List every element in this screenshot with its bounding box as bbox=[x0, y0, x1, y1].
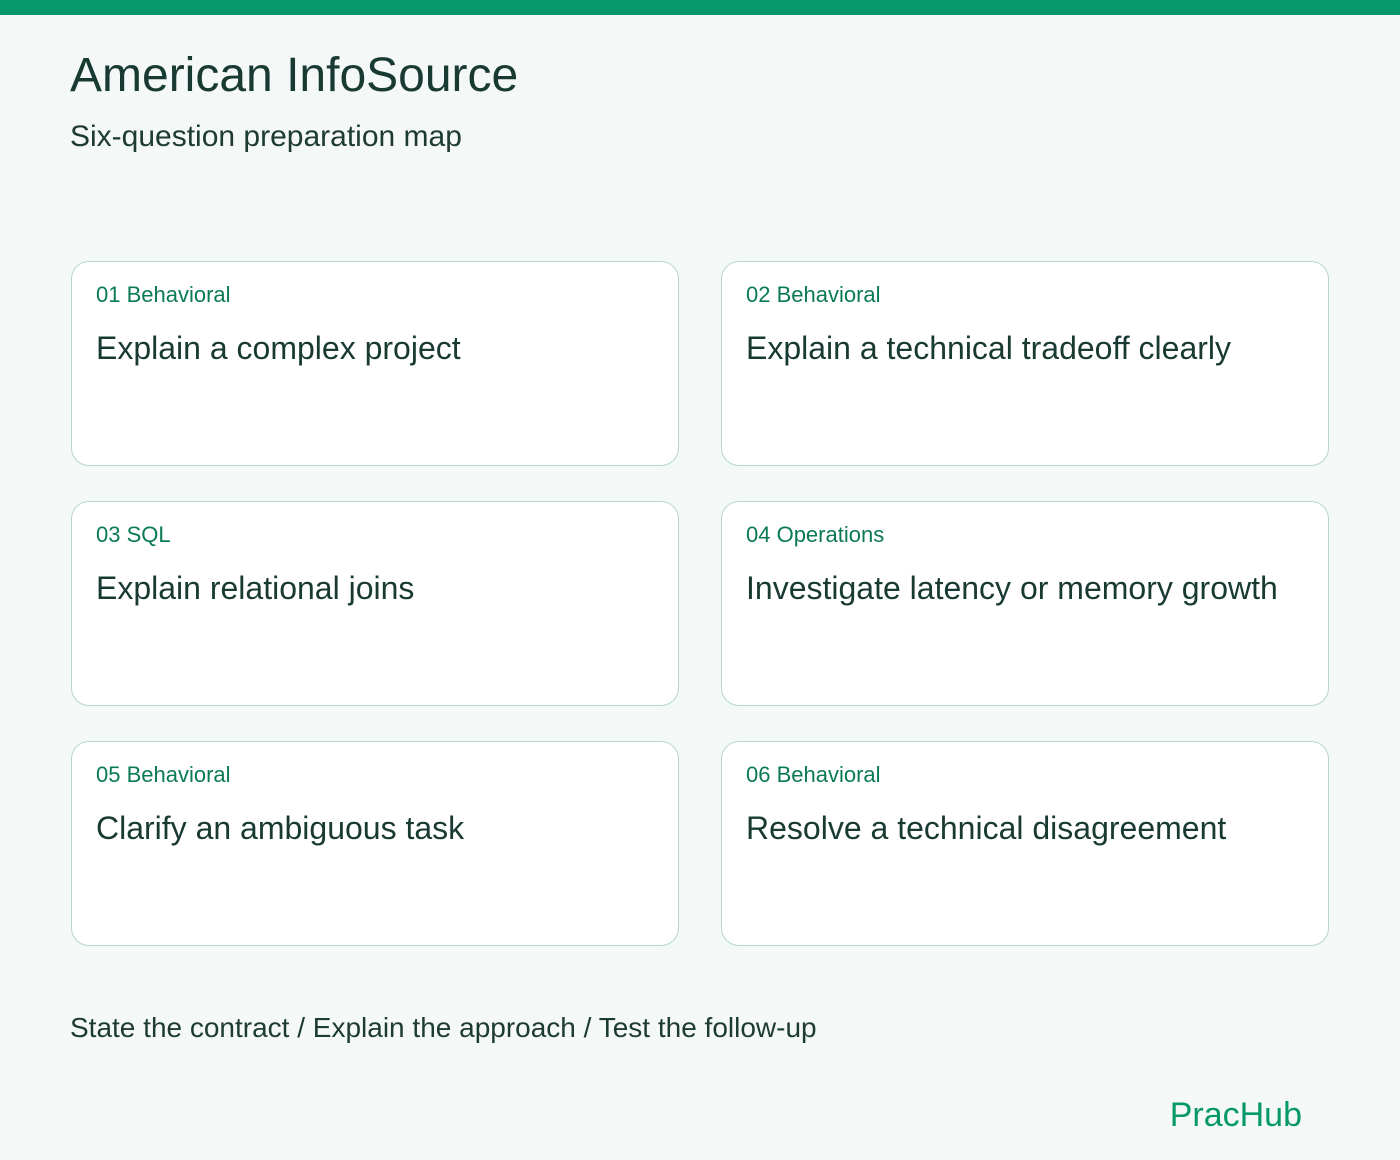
question-tag: 02 Behavioral bbox=[746, 282, 881, 307]
top-accent-bar bbox=[0, 0, 1400, 15]
question-card-04[interactable]: 04 Operations Investigate latency or mem… bbox=[721, 501, 1329, 706]
question-card-03[interactable]: 03 SQL Explain relational joins bbox=[71, 501, 679, 706]
question-tag: 04 Operations bbox=[746, 522, 885, 547]
question-title: Explain relational joins bbox=[96, 570, 415, 606]
question-tag: 06 Behavioral bbox=[746, 762, 881, 787]
brand-logo: PracHub bbox=[1169, 1096, 1302, 1134]
question-tag: 01 Behavioral bbox=[96, 282, 231, 307]
question-card-01[interactable]: 01 Behavioral Explain a complex project bbox=[71, 261, 679, 466]
question-title: Clarify an ambiguous task bbox=[96, 810, 465, 846]
question-tag: 05 Behavioral bbox=[96, 762, 231, 787]
question-card-02[interactable]: 02 Behavioral Explain a technical tradeo… bbox=[721, 261, 1329, 466]
page-title: American InfoSource bbox=[70, 49, 519, 102]
question-title: Investigate latency or memory growth bbox=[746, 570, 1278, 606]
question-card-06[interactable]: 06 Behavioral Resolve a technical disagr… bbox=[721, 741, 1329, 946]
question-title: Explain a technical tradeoff clearly bbox=[746, 330, 1232, 366]
page-subtitle: Six-question preparation map bbox=[70, 120, 462, 153]
question-title: Resolve a technical disagreement bbox=[746, 810, 1227, 846]
question-title: Explain a complex project bbox=[96, 330, 461, 366]
footer-note: State the contract / Explain the approac… bbox=[70, 1012, 817, 1043]
question-card-05[interactable]: 05 Behavioral Clarify an ambiguous task bbox=[71, 741, 679, 946]
question-tag: 03 SQL bbox=[96, 522, 171, 547]
